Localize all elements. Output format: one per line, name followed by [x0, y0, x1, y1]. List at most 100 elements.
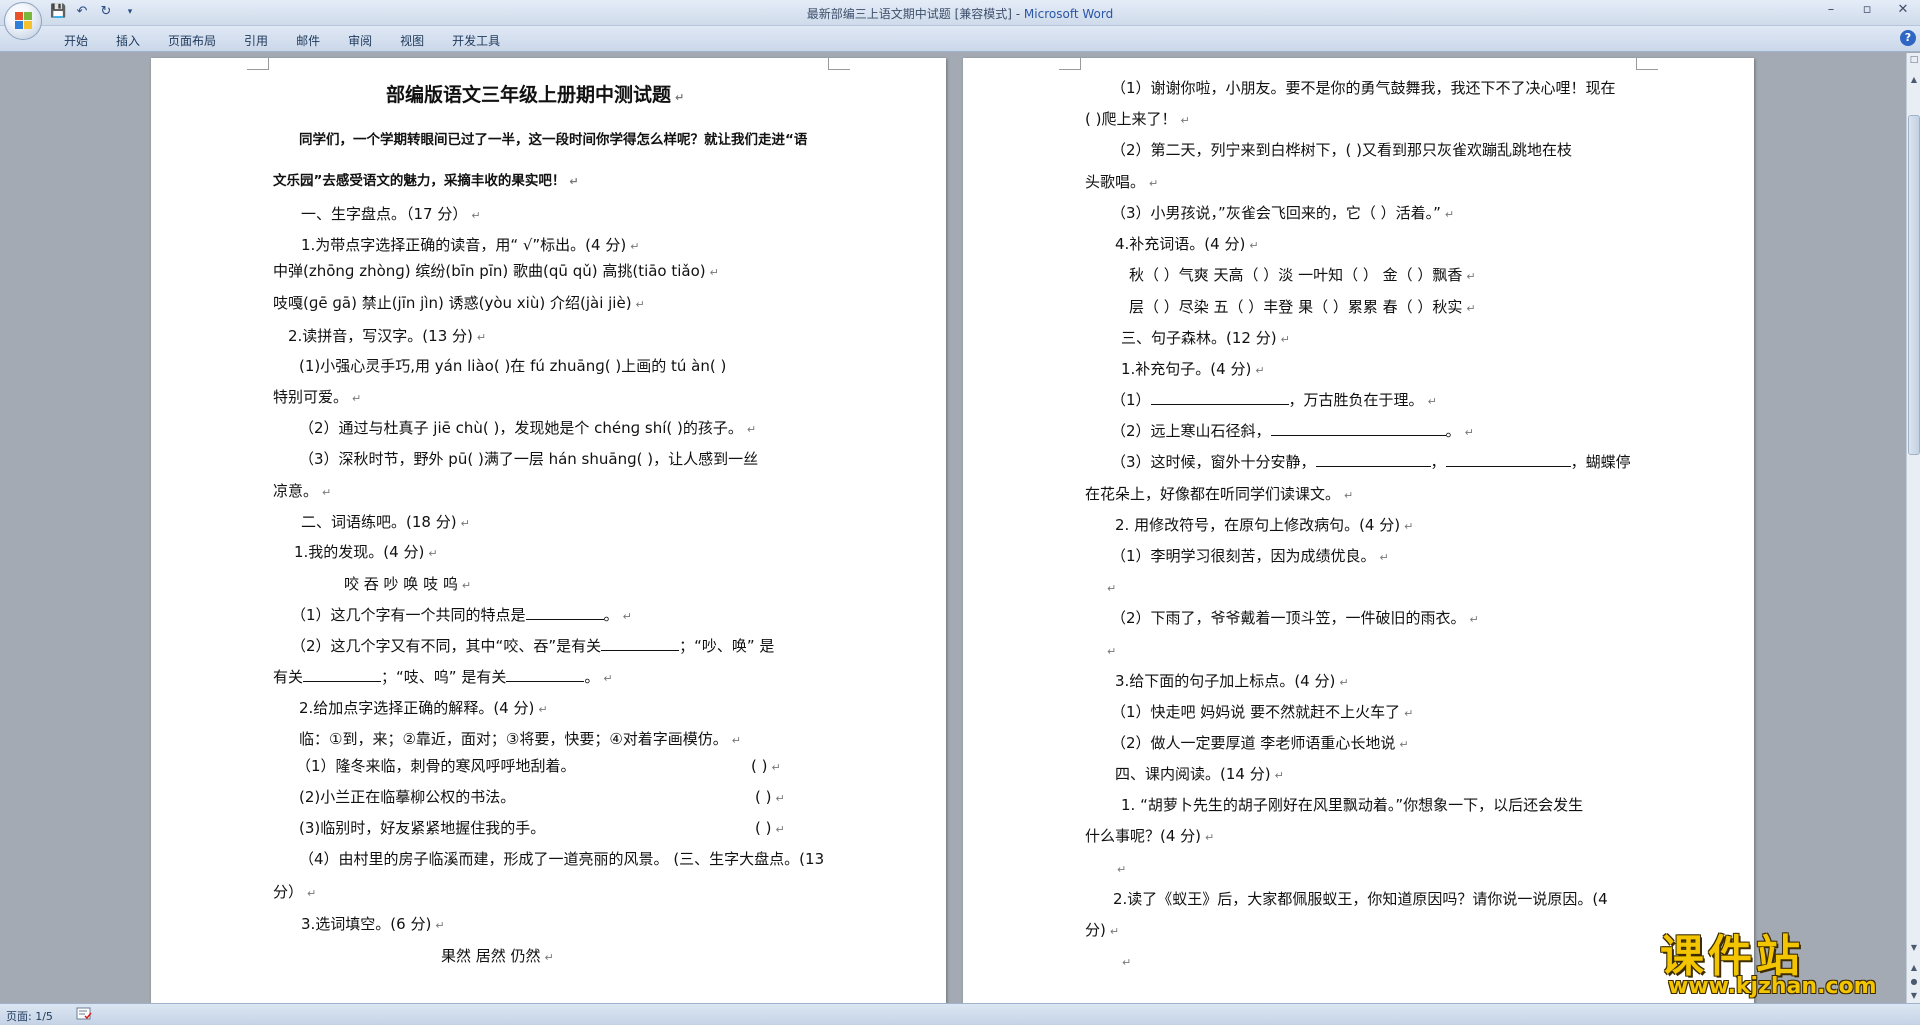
question-line: ( )爬上来了！ ↵	[1085, 110, 1190, 128]
section-heading: 三、句子森林。(12 分) ↵	[1121, 329, 1290, 347]
question-line: （2）第二天，列宁来到白桦树下，( )又看到那只灰雀欢蹦乱跳地在枝	[1111, 141, 1573, 159]
intro-line-2: 文乐园”去感受语文的魅力，采摘丰收的果实吧！ ↵	[273, 173, 579, 189]
section-heading: 四、课内阅读。(14 分) ↵	[1115, 765, 1284, 783]
question: 1.补充句子。(4 分) ↵	[1121, 360, 1265, 378]
margin-corner-mark	[828, 58, 850, 70]
question-line: 2.读了《蚁王》后，大家都佩服蚁王，你知道原因吗？请你说一说原因。(4	[1113, 890, 1608, 908]
title-bar: 💾 ↶ ↻ ▾ 最新部编三上语文期中试题 [兼容模式] - Microsoft …	[0, 0, 1920, 40]
question-line: （4）由村里的房子临溪而建，形成了一道亮丽的风景。 (三、生字大盘点。(13	[299, 850, 825, 868]
question-line: （3）这时候，窗外十分安静，，，蝴蝶停	[1111, 453, 1631, 471]
question-line: 有关 ；“吱、呜” 是有关。 ↵	[273, 668, 613, 686]
tab-mailings[interactable]: 邮件	[282, 30, 334, 51]
question: 2.读拼音，写汉字。(13 分) ↵	[288, 327, 487, 345]
answer-parentheses: ( ) ↵	[751, 757, 781, 775]
app-name: Microsoft Word	[1023, 7, 1114, 21]
window-controls: – ▫ ✕	[1820, 2, 1914, 17]
question-line: （3）深秋时节，野外 pū( )满了一层 hán shuānɡ( )，让人感到一…	[299, 450, 759, 468]
question-line: （1）这几个字有一个共同的特点是。 ↵	[291, 606, 632, 624]
tab-home[interactable]: 开始	[50, 30, 102, 51]
margin-corner-mark	[1636, 58, 1658, 70]
question-line: （1） ，万古胜负在于理。 ↵	[1111, 391, 1437, 409]
scroll-down-icon[interactable]: ▼	[1908, 941, 1920, 955]
question: 1.为带点字选择正确的读音，用“ √”标出。(4 分) ↵	[301, 236, 640, 254]
question-line: （3）小男孩说，”灰雀会飞回来的，它（ ）活着。” ↵	[1111, 204, 1455, 222]
question: 1.我的发现。(4 分) ↵	[294, 543, 438, 561]
question-line: 特别可爱。 ↵	[273, 388, 362, 406]
office-logo-icon	[15, 12, 33, 30]
question-line: （2）下雨了，爷爷戴着一顶斗笠，一件破旧的雨衣。 ↵	[1111, 609, 1479, 627]
question-line: 临：①到，来；②靠近，面对；③将要，快要；④对着字画模仿。 ↵	[299, 730, 742, 748]
empty-paragraph: ↵	[1122, 956, 1132, 969]
question-line: （2）做人一定要厚道 李老师语重心长地说 ↵	[1111, 734, 1409, 752]
question-line: （1）隆冬来临，刺骨的寒风呼呼地刮着。	[296, 757, 576, 775]
tab-view[interactable]: 视图	[386, 30, 438, 51]
question-line: （2）通过与杜真子 jiē chù( )，发现她是个 chénɡ shí( )的…	[299, 419, 757, 437]
previous-page-icon[interactable]: ▲	[1908, 961, 1920, 975]
question-line: 1. “胡萝卜先生的胡子刚好在风里飘动着。”你想象一下，以后还会发生	[1121, 796, 1584, 814]
answer-parentheses: ( ) ↵	[755, 788, 785, 806]
document-page-2[interactable]: （1）谢谢你啦，小朋友。要不是你的勇气鼓舞我，我还下不了决心哩！现在 ( )爬上…	[963, 58, 1754, 1003]
question-line: (2)小兰正在临摹柳公权的书法。	[299, 788, 516, 806]
empty-paragraph: ↵	[1107, 582, 1117, 595]
question-line: 层（ ）尽染 五（ ）丰登 果（ ）累累 春（ ）秋实 ↵	[1129, 298, 1476, 316]
restore-button[interactable]: ▫	[1856, 2, 1878, 17]
question-line: 分） ↵	[273, 883, 317, 901]
scroll-thumb[interactable]	[1908, 115, 1920, 455]
close-button[interactable]: ✕	[1892, 2, 1914, 17]
margin-corner-mark	[1059, 58, 1081, 70]
document-workspace: 部编版语文三年级上册期中测试题 ↵ 同学们，一个学期转眼间已过了一半，这一段时间你…	[0, 53, 1906, 1003]
status-bar: 页面: 1/5	[0, 1003, 1920, 1025]
empty-paragraph: ↵	[1107, 645, 1117, 658]
minimize-button[interactable]: –	[1820, 2, 1842, 17]
tab-developer[interactable]: 开发工具	[438, 30, 514, 51]
ribbon-tab-bar: 开始 插入 页面布局 引用 邮件 审阅 视图 开发工具 ?	[0, 26, 1920, 52]
question-line: 凉意。 ↵	[273, 482, 332, 500]
question-line: (1)小强心灵手巧,用 yán liào( )在 fú zhuānɡ( )上画的…	[299, 357, 727, 375]
question-line: 果然 居然 仍然 ↵	[441, 947, 554, 965]
question-line: （1）快走吧 妈妈说 要不然就赶不上火车了 ↵	[1111, 703, 1414, 721]
next-page-icon[interactable]: ▼	[1908, 989, 1920, 1003]
question-line: （2）远上寒山石径斜，。 ↵	[1111, 422, 1474, 440]
question: 4.补充词语。(4 分) ↵	[1115, 235, 1259, 253]
tab-review[interactable]: 审阅	[334, 30, 386, 51]
answer-parentheses: ( ) ↵	[755, 819, 785, 837]
empty-paragraph: ↵	[1117, 863, 1127, 876]
scroll-up-icon[interactable]: ▲	[1908, 73, 1920, 87]
exam-title: 部编版语文三年级上册期中测试题 ↵	[386, 84, 685, 106]
intro-line-1: 同学们，一个学期转眼间已过了一半，这一段时间你学得怎么样呢？就让我们走进“语	[299, 132, 808, 148]
question: 2. 用修改符号，在原句上修改病句。(4 分) ↵	[1115, 516, 1414, 534]
help-icon[interactable]: ?	[1900, 30, 1916, 46]
question-line: 中弹(zhōnɡ zhònɡ) 缤纷(bīn pīn) 歌曲(qū qǔ) 高挑…	[273, 262, 719, 280]
question: 3.选词填空。(6 分) ↵	[301, 915, 445, 933]
page-indicator[interactable]: 页面: 1/5	[6, 1008, 53, 1024]
question-line: （2）这几个字又有不同，其中“咬、吞”是有关 ；“吵、唤” 是	[291, 637, 775, 655]
question-line: 秋（ ）气爽 天高（ ）淡 一叶知（ ） 金（ ）飘香 ↵	[1129, 266, 1476, 284]
ruler-toggle-icon[interactable]: □	[1908, 55, 1920, 67]
question-line: （1）谢谢你啦，小朋友。要不是你的勇气鼓舞我，我还下不了决心哩！现在	[1111, 79, 1616, 97]
question-line: 头歌唱。 ↵	[1085, 173, 1159, 191]
site-watermark-logo: 课件站 www.kjzhan.com	[1660, 920, 1900, 1000]
question-line: 咬 吞 吵 唤 吱 呜 ↵	[344, 575, 472, 593]
document-title: 最新部编三上语文期中试题 [兼容模式] -	[806, 7, 1024, 21]
office-button[interactable]	[4, 2, 42, 40]
question: 3.给下面的句子加上标点。(4 分) ↵	[1115, 672, 1349, 690]
question: 2.给加点字选择正确的解释。(4 分) ↵	[299, 699, 548, 717]
section-heading: 一、生字盘点。（17 分） ↵	[301, 205, 481, 223]
tab-insert[interactable]: 插入	[102, 30, 154, 51]
watermark-url: www.kjzhan.com	[1668, 974, 1877, 999]
tab-page-layout[interactable]: 页面布局	[154, 30, 230, 51]
question-line: 分) ↵	[1085, 921, 1120, 939]
question-line: 在花朵上，好像都在听同学们读课文。 ↵	[1085, 485, 1354, 503]
question-line: （1）李明学习很刻苦，因为成绩优良。 ↵	[1111, 547, 1389, 565]
spelling-check-icon[interactable]	[76, 1007, 92, 1021]
question-line: (3)临别时，好友紧紧地握住我的手。	[299, 819, 546, 837]
section-heading: 二、词语练吧。(18 分) ↵	[301, 513, 470, 531]
vertical-scrollbar[interactable]: □ ▲ ▼ ▲ ● ▼	[1906, 53, 1920, 1003]
browse-object-icon[interactable]: ●	[1908, 975, 1920, 989]
window-title: 最新部编三上语文期中试题 [兼容模式] - Microsoft Word	[0, 5, 1920, 22]
question-line: 什么事呢？(4 分) ↵	[1085, 827, 1215, 845]
margin-corner-mark	[247, 58, 269, 70]
document-page-1[interactable]: 部编版语文三年级上册期中测试题 ↵ 同学们，一个学期转眼间已过了一半，这一段时间你…	[151, 58, 946, 1003]
question-line: 吱嘎(ɡē ɡā) 禁止(jīn jìn) 诱惑(yòu xiù) 介绍(jài…	[273, 294, 645, 312]
tab-references[interactable]: 引用	[230, 30, 282, 51]
